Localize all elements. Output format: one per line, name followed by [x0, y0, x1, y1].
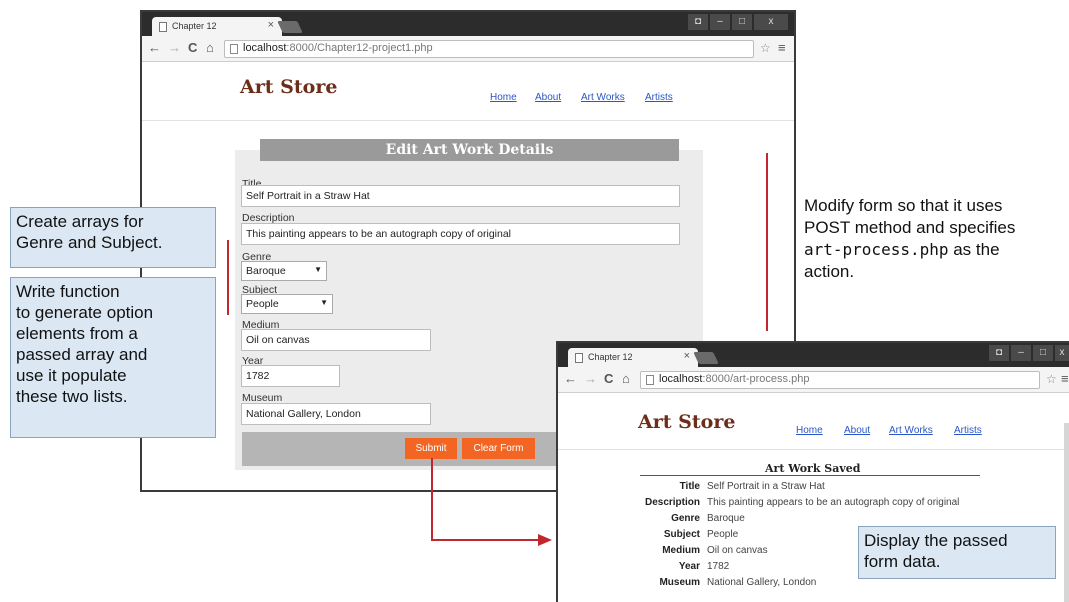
note-line: these two lists. [16, 387, 128, 406]
result-key: Year [678, 561, 700, 572]
result-key: Medium [662, 545, 700, 556]
url-path: :8000/art-process.php [702, 373, 810, 385]
url-host: localhost [659, 373, 703, 385]
note-line: to generate option [16, 303, 154, 322]
page-icon [575, 353, 583, 363]
note-line: elements from a [16, 324, 138, 343]
profile-icon[interactable]: ◘ [989, 345, 1009, 361]
result-value: Self Portrait in a Straw Hat [707, 481, 825, 492]
result-key: Genre [671, 513, 700, 524]
note-line: Write function [16, 282, 120, 301]
tab-close-icon[interactable]: × [684, 350, 690, 362]
note-line: Modify form so that it uses [804, 196, 1003, 215]
note-line: form data. [864, 552, 941, 571]
note-line: POST method and specifies [804, 218, 1016, 237]
result-value: 1782 [707, 561, 730, 572]
tab-title: Chapter 12 [588, 352, 633, 362]
header-divider [558, 449, 1069, 450]
address-bar[interactable]: localhost:8000/art-process.php [640, 371, 1040, 389]
note-line: use it populate [16, 366, 127, 385]
menu-icon[interactable]: ≡ [1061, 371, 1069, 386]
result-heading-rule [640, 475, 980, 476]
forward-icon[interactable]: → [584, 371, 597, 386]
minimize-icon[interactable]: – [1011, 345, 1031, 361]
result-key: Subject [663, 529, 700, 540]
browser-toolbar: ← → C ⌂ localhost:8000/art-process.php ☆… [558, 367, 1069, 393]
function-note: Write function to generate option elemen… [10, 277, 216, 438]
result-value: Oil on canvas [707, 545, 768, 556]
note-line: Display the passed [864, 531, 1008, 550]
note-code: art-process.php [804, 240, 949, 259]
back-icon[interactable]: ← [564, 371, 577, 386]
note-line: Genre and Subject. [16, 233, 163, 252]
note-line: passed array and [16, 345, 148, 364]
scrollbar[interactable] [1064, 423, 1069, 602]
bookmark-star-icon[interactable]: ☆ [1046, 372, 1057, 386]
result-value: People [707, 529, 739, 540]
result-heading: Art Work Saved [765, 462, 861, 475]
result-value: National Gallery, London [707, 577, 817, 588]
result-key: Museum [659, 577, 700, 588]
close-window-icon[interactable]: x [1055, 345, 1069, 361]
result-value: Baroque [707, 513, 745, 524]
note-line: as the [948, 240, 1000, 259]
modify-form-note: Modify form so that it uses POST method … [804, 195, 1066, 283]
reload-icon[interactable]: C [604, 371, 613, 386]
site-logo[interactable]: Art Store [638, 411, 735, 433]
nav-about[interactable]: About [844, 425, 870, 436]
maximize-icon[interactable]: □ [1033, 345, 1053, 361]
nav-home[interactable]: Home [796, 425, 823, 436]
display-note: Display the passed form data. [858, 526, 1056, 579]
result-value: This painting appears to be an autograph… [707, 497, 960, 508]
note-line: Create arrays for [16, 212, 144, 231]
home-icon[interactable]: ⌂ [622, 371, 630, 386]
window-controls: ◘ – □ x [989, 345, 1069, 361]
title-bar: Chapter 12 × ◘ – □ x [558, 343, 1069, 367]
result-key: Description [644, 497, 700, 508]
note-line: action. [804, 262, 855, 281]
arrays-note: Create arrays for Genre and Subject. [10, 207, 216, 268]
result-key: Title [679, 481, 700, 492]
page-icon [646, 375, 654, 385]
browser-tab[interactable]: Chapter 12 × [568, 348, 698, 367]
new-tab-button[interactable] [693, 352, 719, 364]
nav-artists[interactable]: Artists [954, 425, 982, 436]
nav-art-works[interactable]: Art Works [889, 425, 933, 436]
